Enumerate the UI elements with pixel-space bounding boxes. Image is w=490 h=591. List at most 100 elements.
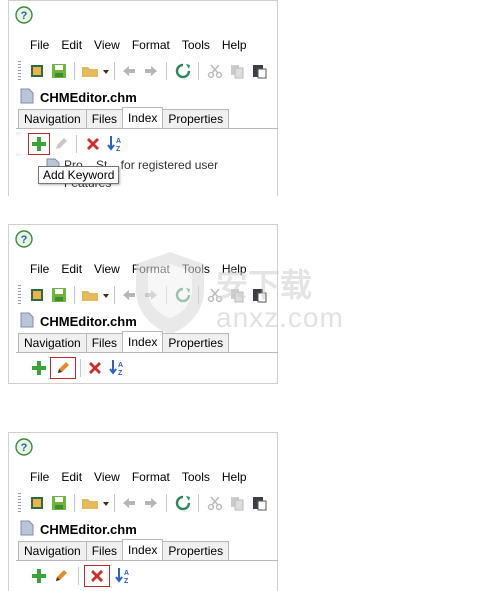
cut-icon[interactable] bbox=[204, 60, 226, 82]
refresh-icon[interactable] bbox=[172, 60, 194, 82]
toolbar-grip[interactable] bbox=[18, 61, 21, 81]
delete-x-icon bbox=[89, 362, 101, 374]
tab-files[interactable]: Files bbox=[85, 333, 124, 352]
tab-bar: Navigation Files Index Properties bbox=[18, 107, 230, 128]
tab-index[interactable]: Index bbox=[122, 539, 164, 560]
delete-keyword-button[interactable] bbox=[82, 133, 104, 155]
cut-icon[interactable] bbox=[204, 492, 226, 514]
svg-text:Z: Z bbox=[118, 370, 123, 377]
copy-icon[interactable] bbox=[226, 60, 248, 82]
svg-text:A: A bbox=[116, 138, 121, 145]
sort-az-button[interactable]: AZ bbox=[106, 357, 128, 379]
delete-x-icon bbox=[87, 138, 99, 150]
svg-text:?: ? bbox=[21, 10, 28, 22]
watermark-brand-en: anxz.com bbox=[216, 302, 344, 333]
document-icon bbox=[20, 88, 34, 107]
document-icon bbox=[20, 312, 34, 331]
add-keyword-button[interactable] bbox=[28, 565, 50, 587]
toolbar-grip[interactable] bbox=[18, 493, 21, 513]
add-keyword-button[interactable] bbox=[28, 133, 50, 155]
app-help-icon[interactable]: ? bbox=[15, 230, 33, 248]
index-toolbar: AZ bbox=[18, 132, 278, 156]
app-help-icon[interactable]: ? bbox=[15, 438, 33, 456]
paste-icon[interactable] bbox=[248, 60, 270, 82]
menu-help[interactable]: Help bbox=[216, 468, 253, 486]
svg-text:Z: Z bbox=[116, 146, 121, 153]
svg-text:A: A bbox=[118, 362, 123, 369]
forward-arrow-icon[interactable] bbox=[140, 492, 162, 514]
open-folder-dropdown-icon[interactable] bbox=[80, 284, 110, 306]
save-icon[interactable] bbox=[48, 284, 70, 306]
menu-file[interactable]: File bbox=[18, 36, 55, 54]
back-arrow-icon[interactable] bbox=[118, 492, 140, 514]
menu-edit[interactable]: Edit bbox=[55, 260, 88, 278]
index-toolbar: AZ bbox=[18, 564, 278, 588]
svg-text:A: A bbox=[124, 570, 129, 577]
tab-navigation[interactable]: Navigation bbox=[18, 541, 87, 560]
forward-arrow-icon[interactable] bbox=[140, 60, 162, 82]
document-icon bbox=[20, 520, 34, 539]
refresh-icon[interactable] bbox=[172, 492, 194, 514]
open-folder-dropdown-icon[interactable] bbox=[80, 492, 110, 514]
tab-files[interactable]: Files bbox=[85, 109, 124, 128]
project-title: CHMEditor.chm bbox=[20, 520, 137, 538]
tab-bar: Navigation Files Index Properties bbox=[18, 539, 230, 560]
open-book-icon[interactable] bbox=[26, 284, 48, 306]
menu-format[interactable]: Format bbox=[126, 36, 176, 54]
paste-icon[interactable] bbox=[248, 492, 270, 514]
tab-navigation[interactable]: Navigation bbox=[18, 109, 87, 128]
menu-view[interactable]: View bbox=[88, 36, 126, 54]
sort-az-button[interactable]: AZ bbox=[104, 133, 126, 155]
plus-icon bbox=[32, 137, 46, 151]
project-title: CHMEditor.chm bbox=[20, 312, 137, 330]
delete-keyword-button[interactable] bbox=[84, 565, 110, 587]
edit-keyword-button[interactable] bbox=[50, 565, 72, 587]
app-help-icon[interactable]: ? bbox=[15, 6, 33, 24]
project-filename: CHMEditor.chm bbox=[40, 521, 137, 537]
toolbar-grip[interactable] bbox=[18, 285, 21, 305]
open-book-icon[interactable] bbox=[26, 492, 48, 514]
tab-index[interactable]: Index bbox=[122, 107, 164, 128]
menu-file[interactable]: File bbox=[18, 468, 55, 486]
watermark: 安下载 anxz.com bbox=[130, 250, 360, 340]
menu-tools[interactable]: Tools bbox=[176, 36, 216, 54]
back-arrow-icon[interactable] bbox=[118, 60, 140, 82]
menu-format[interactable]: Format bbox=[126, 468, 176, 486]
svg-text:Z: Z bbox=[124, 578, 129, 585]
save-icon[interactable] bbox=[48, 492, 70, 514]
menu-view[interactable]: View bbox=[88, 468, 126, 486]
add-keyword-button[interactable] bbox=[28, 357, 50, 379]
menu-tools[interactable]: Tools bbox=[176, 468, 216, 486]
watermark-brand-cn: 安下载 bbox=[216, 267, 313, 303]
main-toolbar bbox=[18, 490, 278, 516]
tab-index[interactable]: Index bbox=[122, 331, 164, 352]
tooltip: Add Keyword bbox=[38, 166, 120, 184]
copy-icon[interactable] bbox=[226, 492, 248, 514]
app-window-step-3: ? File Edit View Format Tools Help CHMEd… bbox=[8, 432, 278, 591]
pencil-icon bbox=[58, 362, 69, 373]
tab-files[interactable]: Files bbox=[85, 541, 124, 560]
menu-bar: File Edit View Format Tools Help bbox=[18, 468, 253, 486]
project-filename: CHMEditor.chm bbox=[40, 313, 137, 329]
menu-edit[interactable]: Edit bbox=[55, 468, 88, 486]
open-folder-dropdown-icon[interactable] bbox=[80, 60, 110, 82]
tab-properties[interactable]: Properties bbox=[162, 541, 230, 560]
project-filename: CHMEditor.chm bbox=[40, 89, 137, 105]
tab-navigation[interactable]: Navigation bbox=[18, 333, 87, 352]
delete-keyword-button[interactable] bbox=[84, 357, 106, 379]
menu-view[interactable]: View bbox=[88, 260, 126, 278]
menu-help[interactable]: Help bbox=[216, 36, 253, 54]
svg-text:?: ? bbox=[21, 234, 28, 246]
open-book-icon[interactable] bbox=[26, 60, 48, 82]
sort-az-button[interactable]: AZ bbox=[112, 565, 134, 587]
shield-logo-icon bbox=[136, 252, 204, 334]
delete-x-icon bbox=[91, 570, 103, 582]
project-title: CHMEditor.chm bbox=[20, 88, 137, 106]
menu-edit[interactable]: Edit bbox=[55, 36, 88, 54]
edit-keyword-button[interactable] bbox=[50, 133, 72, 155]
sort-az-icon: AZ bbox=[107, 136, 121, 153]
edit-keyword-button[interactable] bbox=[50, 357, 76, 379]
save-icon[interactable] bbox=[48, 60, 70, 82]
tab-properties[interactable]: Properties bbox=[162, 109, 230, 128]
menu-file[interactable]: File bbox=[18, 260, 55, 278]
